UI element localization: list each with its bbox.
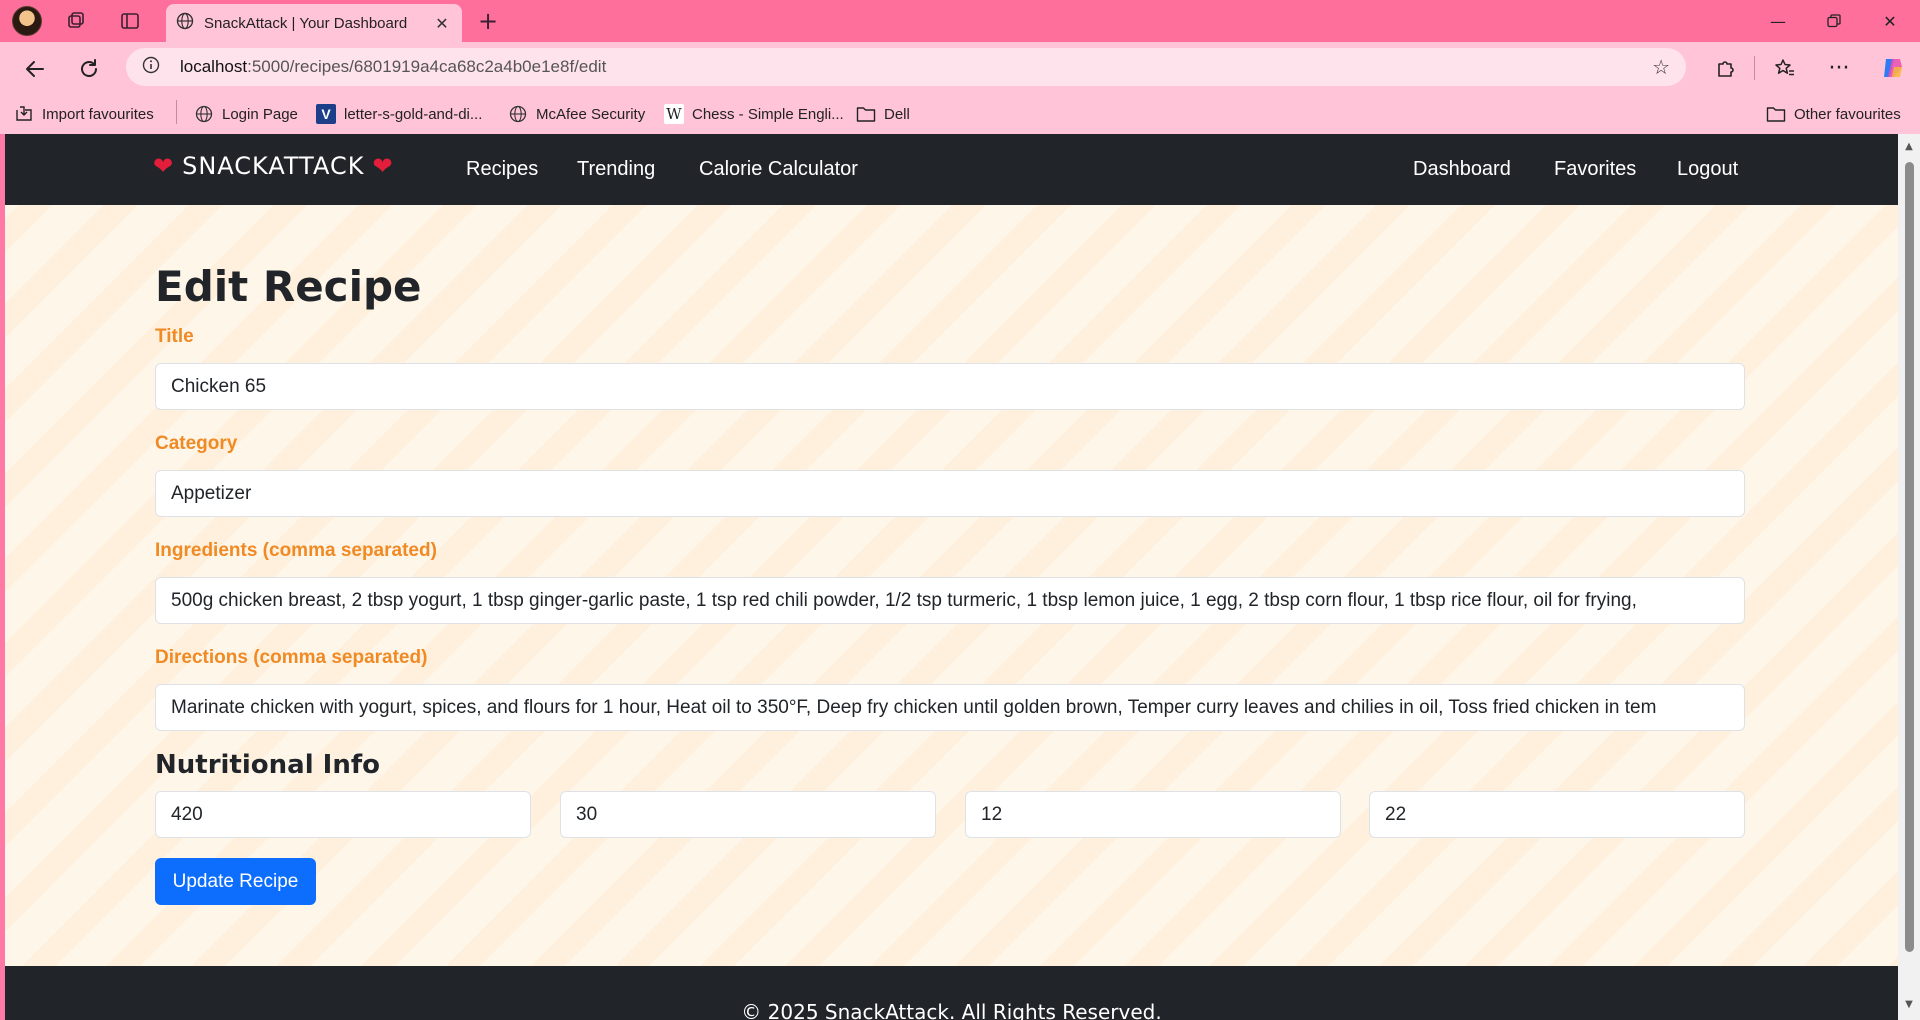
bookmark-letter-s-gold[interactable]: V letter-s-gold-and-di... xyxy=(316,102,482,126)
heart-icon: ❤ xyxy=(153,152,175,180)
back-icon[interactable] xyxy=(20,54,50,84)
nutrition-input-3[interactable]: 12 xyxy=(965,791,1341,838)
toolbar-divider xyxy=(1754,56,1755,80)
scrollbar-thumb[interactable] xyxy=(1905,162,1914,952)
nutrition-input-4[interactable]: 22 xyxy=(1369,791,1745,838)
active-tab[interactable]: SnackAttack | Your Dashboard ✕ xyxy=(166,4,462,42)
bookmark-chess-simple-english[interactable]: W Chess - Simple Engli... xyxy=(664,102,844,126)
nav-calorie-calculator[interactable]: Calorie Calculator xyxy=(699,158,858,181)
nav-recipes[interactable]: Recipes xyxy=(466,158,538,181)
nutrition-input-2[interactable]: 30 xyxy=(560,791,936,838)
close-tab-icon[interactable]: ✕ xyxy=(432,14,452,33)
directions-label: Directions (comma separated) xyxy=(155,647,428,668)
nav-dashboard[interactable]: Dashboard xyxy=(1413,158,1511,181)
heart-icon: ❤ xyxy=(372,152,394,180)
folder-icon xyxy=(856,104,876,124)
title-label: Title xyxy=(155,326,194,347)
bookmarks-bar: Import favourites Login Page V letter-s-… xyxy=(0,94,1920,134)
nav-favorites[interactable]: Favorites xyxy=(1554,158,1636,181)
globe-icon xyxy=(194,104,214,124)
nutrition-input-1[interactable]: 420 xyxy=(155,791,531,838)
brand-logo[interactable]: ❤ SNACKATTACK ❤ xyxy=(153,152,394,180)
nav-trending[interactable]: Trending xyxy=(577,158,655,181)
page-title: Edit Recipe xyxy=(155,262,422,311)
scroll-up-arrow-icon[interactable]: ▲ xyxy=(1904,142,1914,152)
browser-tab-bar: SnackAttack | Your Dashboard ✕ + — ✕ xyxy=(0,0,1920,42)
wikipedia-icon: W xyxy=(664,104,684,124)
minimize-icon[interactable]: — xyxy=(1758,6,1798,36)
bookmark-import-favourites[interactable]: Import favourites xyxy=(14,102,154,126)
favorite-star-icon[interactable]: ☆ xyxy=(1652,55,1670,79)
site-navbar: ❤ SNACKATTACK ❤ Recipes Trending Calorie… xyxy=(5,134,1898,205)
category-input[interactable]: Appetizer xyxy=(155,470,1745,517)
footer-copyright: © 2025 SnackAttack. All Rights Reserved. xyxy=(741,1000,1162,1020)
bookmark-mcafee-security[interactable]: McAfee Security xyxy=(508,102,645,126)
ingredients-label: Ingredients (comma separated) xyxy=(155,540,437,561)
site-info-icon[interactable] xyxy=(142,56,160,78)
globe-icon xyxy=(508,104,528,124)
bookmark-login-page[interactable]: Login Page xyxy=(194,102,298,126)
update-recipe-button[interactable]: Update Recipe xyxy=(155,858,316,905)
directions-input[interactable]: Marinate chicken with yogurt, spices, an… xyxy=(155,684,1745,731)
close-window-icon[interactable]: ✕ xyxy=(1870,6,1910,36)
bookmarks-divider xyxy=(176,100,177,124)
page-scrollbar[interactable]: ▲ ▼ xyxy=(1898,134,1920,1020)
nutritional-info-heading: Nutritional Info xyxy=(155,750,381,780)
profile-avatar[interactable] xyxy=(12,6,42,36)
page-viewport: ❤ SNACKATTACK ❤ Recipes Trending Calorie… xyxy=(5,134,1898,1020)
vertical-tabs-icon[interactable] xyxy=(116,8,144,34)
restore-icon[interactable] xyxy=(1814,6,1854,36)
site-footer: © 2025 SnackAttack. All Rights Reserved. xyxy=(5,966,1898,1020)
address-toolbar: localhost:5000/recipes/6801919a4ca68c2a4… xyxy=(0,42,1920,94)
address-bar[interactable]: localhost:5000/recipes/6801919a4ca68c2a4… xyxy=(126,48,1686,86)
url-text: localhost:5000/recipes/6801919a4ca68c2a4… xyxy=(180,57,607,76)
scroll-down-arrow-icon[interactable]: ▼ xyxy=(1904,1000,1914,1010)
v-logo-icon: V xyxy=(316,104,336,124)
bookmark-dell[interactable]: Dell xyxy=(856,102,910,126)
tab-title: SnackAttack | Your Dashboard xyxy=(204,14,408,32)
import-icon xyxy=(14,104,34,124)
folder-icon xyxy=(1766,104,1786,124)
category-label: Category xyxy=(155,433,238,454)
workspaces-icon[interactable] xyxy=(62,8,90,34)
nav-logout[interactable]: Logout xyxy=(1677,158,1738,181)
more-menu-icon[interactable]: ··· xyxy=(1822,52,1856,84)
ingredients-input[interactable]: 500g chicken breast, 2 tbsp yogurt, 1 tb… xyxy=(155,577,1745,624)
globe-icon xyxy=(176,12,194,34)
extensions-icon[interactable] xyxy=(1708,52,1742,84)
new-tab-button[interactable]: + xyxy=(478,8,498,34)
copilot-icon[interactable] xyxy=(1876,52,1910,84)
refresh-icon[interactable] xyxy=(74,54,104,84)
favorites-icon[interactable] xyxy=(1768,52,1802,84)
bookmark-other-favourites[interactable]: Other favourites xyxy=(1766,102,1901,126)
title-input[interactable]: Chicken 65 xyxy=(155,363,1745,410)
brand-name: SNACKATTACK xyxy=(182,152,365,180)
